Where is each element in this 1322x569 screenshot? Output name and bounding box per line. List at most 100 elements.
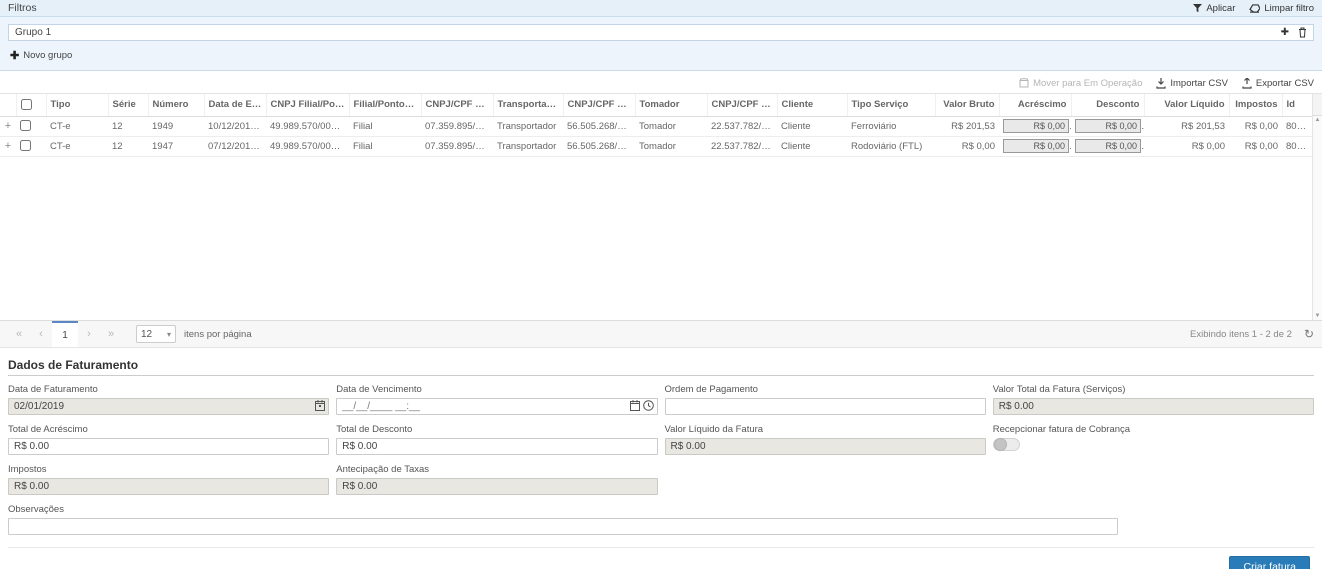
column-header-emissao[interactable]: Data de Emissão ↓ xyxy=(204,94,266,116)
data-vencimento-input[interactable] xyxy=(336,398,657,415)
column-header-numero[interactable]: Número xyxy=(148,94,204,116)
column-header-cnpj-tomador[interactable]: CNPJ/CPF Tomador xyxy=(563,94,635,116)
antecipacao-input xyxy=(336,478,657,495)
clock-icon[interactable] xyxy=(643,400,654,411)
column-header-cliente[interactable]: Cliente xyxy=(777,94,847,116)
cell-valor-bruto: R$ 201,53 xyxy=(935,116,999,136)
column-header-cnpj-filial[interactable]: CNPJ Filial/Ponto de Operaç... xyxy=(266,94,349,116)
expand-row-button[interactable]: + xyxy=(0,136,16,156)
table-row[interactable]: + CT-e 12 1949 10/12/2018 15:37 49.989.5… xyxy=(0,116,1312,136)
pager-next-button[interactable]: › xyxy=(78,321,100,347)
recepcionar-toggle[interactable] xyxy=(993,438,1020,451)
calendar-icon[interactable] xyxy=(315,400,325,411)
cell-emissao: 10/12/2018 15:37 xyxy=(204,116,266,136)
table-row[interactable]: + CT-e 12 1947 07/12/2018 15:55 49.989.5… xyxy=(0,136,1312,156)
cell-impostos: R$ 0,00 xyxy=(1229,116,1282,136)
pager-first-button[interactable]: « xyxy=(8,321,30,347)
vertical-scrollbar[interactable]: ▲ ▼ xyxy=(1312,116,1322,320)
impostos-input xyxy=(8,478,329,495)
add-condition-icon[interactable]: ✚ xyxy=(1281,28,1289,38)
field-data-faturamento: Data de Faturamento xyxy=(8,384,329,415)
acrescimo-input[interactable] xyxy=(1003,139,1069,153)
cell-cnpj-transportador: 07.359.895/0001-02 xyxy=(421,116,493,136)
column-header-filial[interactable]: Filial/Ponto de Operação xyxy=(349,94,421,116)
column-header-valor-bruto[interactable]: Valor Bruto xyxy=(935,94,999,116)
column-header-valor-liquido[interactable]: Valor Líquido xyxy=(1144,94,1229,116)
scroll-up-icon[interactable]: ▲ xyxy=(1315,117,1321,123)
pager-prev-button[interactable]: ‹ xyxy=(30,321,52,347)
filter-group-name: Grupo 1 xyxy=(15,27,51,38)
funnel-icon xyxy=(1193,4,1202,13)
total-acrescimo-input[interactable] xyxy=(8,438,329,455)
field-impostos: Impostos xyxy=(8,464,329,495)
cell-desconto xyxy=(1071,116,1144,136)
cell-acrescimo xyxy=(999,136,1071,156)
cell-cnpj-tomador: 56.505.268/0001-30 xyxy=(563,116,635,136)
new-group-button[interactable]: ✚ Novo grupo xyxy=(10,49,72,62)
cell-cnpj-tomador: 56.505.268/0001-30 xyxy=(563,136,635,156)
valor-total-input xyxy=(993,398,1314,415)
field-observacoes: Observações xyxy=(8,504,1314,535)
column-header-transportador[interactable]: Transportador xyxy=(493,94,563,116)
field-recepcionar: Recepcionar fatura de Cobrança xyxy=(993,424,1314,455)
chevron-down-icon: ▾ xyxy=(167,330,171,339)
criar-fatura-button[interactable]: Criar fatura xyxy=(1229,556,1310,569)
column-header-tomador[interactable]: Tomador xyxy=(635,94,707,116)
desconto-input[interactable] xyxy=(1075,139,1141,153)
observacoes-input[interactable] xyxy=(8,518,1118,535)
cell-cnpj-filial: 49.989.570/0001-45 xyxy=(266,116,349,136)
column-header-id[interactable]: Id xyxy=(1282,94,1312,116)
column-header-desconto[interactable]: Desconto xyxy=(1071,94,1144,116)
import-icon xyxy=(1156,78,1166,89)
page-size-select[interactable]: 12 ▾ xyxy=(136,325,176,343)
items-per-page-label: itens por página xyxy=(184,329,252,340)
calendar-icon[interactable] xyxy=(630,400,640,411)
field-ordem-pagamento: Ordem de Pagamento xyxy=(665,384,986,415)
row-select-cell xyxy=(16,116,46,136)
select-all-checkbox[interactable] xyxy=(21,99,32,110)
eraser-icon xyxy=(1249,4,1260,13)
move-box-icon xyxy=(1019,78,1029,88)
acrescimo-input[interactable] xyxy=(1003,119,1069,133)
filter-group-row[interactable]: Grupo 1 ✚ xyxy=(8,24,1314,41)
column-header-tipo[interactable]: Tipo xyxy=(46,94,108,116)
pager-page-1[interactable]: 1 xyxy=(52,321,78,347)
ordem-pagamento-input[interactable] xyxy=(665,398,986,415)
filters-panel: Filtros Aplicar Limpar filtro Grupo 1 ✚ … xyxy=(0,0,1322,71)
cell-numero: 1947 xyxy=(148,136,204,156)
trash-icon[interactable] xyxy=(1298,27,1307,38)
toggle-knob xyxy=(994,438,1007,451)
row-checkbox[interactable] xyxy=(20,120,31,131)
desconto-input[interactable] xyxy=(1075,119,1141,133)
cell-acrescimo xyxy=(999,116,1071,136)
export-csv-button[interactable]: Exportar CSV xyxy=(1242,78,1314,89)
column-header-acrescimo[interactable]: Acréscimo xyxy=(999,94,1071,116)
column-header-tipo-servico[interactable]: Tipo Serviço xyxy=(847,94,935,116)
column-header-impostos[interactable]: Impostos xyxy=(1229,94,1282,116)
scroll-down-icon[interactable]: ▼ xyxy=(1315,313,1321,319)
row-select-cell xyxy=(16,136,46,156)
cell-desconto xyxy=(1071,136,1144,156)
refresh-icon[interactable]: ↻ xyxy=(1304,327,1314,341)
column-header-cnpj-transportador[interactable]: CNPJ/CPF Transportador xyxy=(421,94,493,116)
apply-filter-button[interactable]: Aplicar xyxy=(1193,3,1235,14)
column-header-serie[interactable]: Série xyxy=(108,94,148,116)
cell-tipo-servico: Rodoviário (FTL) xyxy=(847,136,935,156)
column-header-cnpj-cliente[interactable]: CNPJ/CPF Cliente xyxy=(707,94,777,116)
total-desconto-input[interactable] xyxy=(336,438,657,455)
import-csv-button[interactable]: Importar CSV xyxy=(1156,78,1228,89)
row-checkbox[interactable] xyxy=(20,140,31,151)
clear-filter-button[interactable]: Limpar filtro xyxy=(1249,3,1314,14)
form-title: Dados de Faturamento xyxy=(8,358,1314,376)
export-icon xyxy=(1242,78,1252,89)
expand-row-button[interactable]: + xyxy=(0,116,16,136)
data-faturamento-input[interactable] xyxy=(8,398,329,415)
valor-liquido-input xyxy=(665,438,986,455)
cell-filial: Filial xyxy=(349,136,421,156)
field-total-acrescimo: Total de Acréscimo xyxy=(8,424,329,455)
cell-tipo: CT-e xyxy=(46,116,108,136)
cell-serie: 12 xyxy=(108,116,148,136)
move-to-operation-button[interactable]: Mover para Em Operação xyxy=(1019,78,1142,89)
pager-last-button[interactable]: » xyxy=(100,321,122,347)
cell-cnpj-cliente: 22.537.782/0001-35 xyxy=(707,136,777,156)
